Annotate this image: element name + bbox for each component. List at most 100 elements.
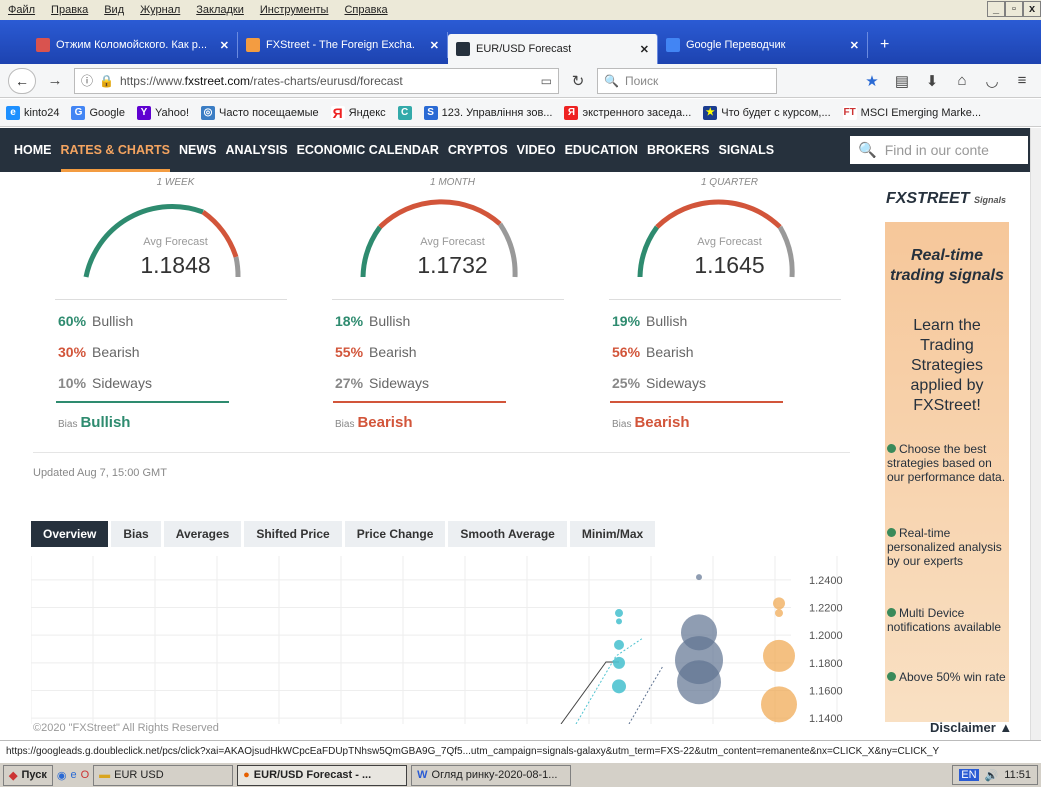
bookmark-item[interactable]: S 123. Управління зов... <box>423 105 552 120</box>
gauge-arc-bearish <box>378 199 502 229</box>
bookmark-item[interactable]: ★ Что будет с курсом,... <box>703 105 831 120</box>
pocket-icon[interactable]: ◡ <box>981 72 1003 90</box>
menu-edit[interactable]: Правка <box>43 4 96 16</box>
tab-shifted-price[interactable]: Shifted Price <box>244 521 342 547</box>
taskbar-item-folder[interactable]: ▬ EUR USD <box>93 764 234 786</box>
bookmark-label: экстренного заседа... <box>582 106 692 119</box>
nav-news[interactable]: NEWS <box>179 128 217 172</box>
ad-bullet: Above 50% win rate <box>887 670 1007 684</box>
tab-averages[interactable]: Averages <box>163 521 242 547</box>
bearish-percent: 56% <box>612 344 641 360</box>
hamburger-menu-icon[interactable]: ≡ <box>1011 72 1033 89</box>
bookmark-item[interactable]: ◎ Часто посещаемые <box>201 105 319 120</box>
bookmark-label: Что будет с курсом,... <box>721 106 831 119</box>
search-input[interactable]: 🔍 Поиск <box>597 67 777 94</box>
tab-title: FXStreet - The Foreign Excha... <box>266 39 416 51</box>
close-window-button[interactable]: x <box>1023 1 1041 17</box>
nav-video[interactable]: VIDEO <box>517 128 556 172</box>
tab-overview[interactable]: Overview <box>31 521 109 547</box>
home-icon[interactable]: ⌂ <box>951 72 973 89</box>
nav-brokers[interactable]: BROKERS <box>647 128 710 172</box>
library-icon[interactable]: ▤ <box>891 72 913 90</box>
y-tick-label: 1.1800 <box>809 658 843 670</box>
menu-view[interactable]: Вид <box>96 4 132 16</box>
quicklaunch-browser-icon[interactable]: ◉ <box>57 769 67 782</box>
browser-tab-active[interactable]: EUR/USD Forecast ✕ <box>448 34 658 64</box>
site-search-input[interactable]: 🔍 Find in our conte <box>850 136 1028 164</box>
browser-tab[interactable]: Google Переводчик ✕ <box>658 32 868 58</box>
disclaimer-button[interactable]: Disclaimer ▲ <box>930 720 1012 735</box>
bullish-label: Bullish <box>92 313 134 329</box>
data-point <box>763 639 795 672</box>
forward-arrow-icon[interactable]: → <box>44 72 66 89</box>
bookmark-label: kinto24 <box>24 106 60 119</box>
tab-close-icon[interactable]: ✕ <box>640 43 649 56</box>
download-icon[interactable]: ⬇ <box>921 72 943 90</box>
updated-timestamp: Updated Aug 7, 15:00 GMT <box>33 467 167 479</box>
bookmark-star-icon[interactable]: ★ <box>861 72 883 90</box>
menu-help[interactable]: Справка <box>336 4 395 16</box>
nav-analysis[interactable]: ANALYSIS <box>226 128 288 172</box>
bookmark-item[interactable]: FT MSCI Emerging Marke... <box>842 105 981 120</box>
browser-tab[interactable]: FXStreet - The Foreign Excha... ✕ <box>238 32 448 58</box>
bookmark-item[interactable]: Яэкстренного заседа... <box>564 105 692 120</box>
forecast-line <box>575 637 644 724</box>
section-divider <box>33 452 850 453</box>
bearish-label: Bearish <box>646 344 694 360</box>
tab-bias[interactable]: Bias <box>111 521 161 547</box>
menu-tools[interactable]: Инструменты <box>252 4 337 16</box>
volume-icon[interactable]: 🔊 <box>985 769 999 782</box>
folder-icon: ▬ <box>99 769 111 781</box>
nav-signals[interactable]: SIGNALS <box>718 128 774 172</box>
url-bar[interactable]: ⓘ 🔒 https://www.fxstreet.com/rates-chart… <box>74 67 559 94</box>
tab-favicon-icon <box>456 42 470 56</box>
sideways-percent: 25% <box>612 375 641 391</box>
page-scrollbar[interactable] <box>1030 128 1041 742</box>
taskbar-item-firefox[interactable]: ● EUR/USD Forecast - ... <box>237 764 408 786</box>
nav-rates-charts[interactable]: RATES & CHARTS <box>60 128 170 172</box>
language-indicator[interactable]: EN <box>959 769 979 781</box>
card-divider <box>55 299 287 300</box>
minimize-button[interactable]: _ <box>987 1 1005 17</box>
bookmark-item[interactable]: e kinto24 <box>6 105 60 120</box>
nav-economic-calendar[interactable]: ECONOMIC CALENDAR <box>297 128 439 172</box>
signals-ad-banner[interactable]: Real-time trading signals Learn the Trad… <box>885 222 1009 722</box>
bookmark-item[interactable]: Я Яндекс <box>330 105 386 120</box>
reader-view-icon[interactable]: ▭ <box>541 74 552 88</box>
tab-favicon-icon <box>246 38 260 52</box>
gauge-arc-bearish <box>201 209 239 258</box>
tab-close-icon[interactable]: ✕ <box>430 39 439 52</box>
bookmark-item[interactable]: Y Yahoo! <box>136 105 189 120</box>
menu-file[interactable]: Файл <box>0 4 43 16</box>
sideways-row: 25% Sideways <box>612 375 706 391</box>
menu-history[interactable]: Журнал <box>132 4 188 16</box>
menu-bookmarks[interactable]: Закладки <box>188 4 252 16</box>
bias-line <box>610 401 783 403</box>
nav-cryptos[interactable]: CRYPTOS <box>448 128 508 172</box>
new-tab-icon[interactable]: + <box>880 36 889 54</box>
card-divider <box>609 299 841 300</box>
maximize-button[interactable]: ▫ <box>1005 1 1023 17</box>
bookmark-item[interactable]: C <box>397 105 412 120</box>
tab-smooth-average[interactable]: Smooth Average <box>448 521 567 547</box>
windows-taskbar: ◆ Пуск ◉ e O ▬ EUR USD ● EUR/USD Forecast -… <box>0 762 1041 787</box>
nav-home[interactable]: HOME <box>14 128 52 172</box>
quicklaunch-opera-icon[interactable]: O <box>81 769 90 781</box>
ad-bullet: Choose the best strategies based on our … <box>887 442 1006 484</box>
status-bar-url: https://googleads.g.doubleclick.net/pcs/… <box>0 740 1041 762</box>
nav-education[interactable]: EDUCATION <box>565 128 638 172</box>
reload-icon[interactable]: ↻ <box>567 72 589 90</box>
info-icon[interactable]: ⓘ <box>81 72 93 89</box>
back-arrow-icon[interactable]: ← <box>8 67 36 94</box>
tab-price-change[interactable]: Price Change <box>344 521 446 547</box>
search-icon: 🔍 <box>858 142 877 159</box>
taskbar-item-word[interactable]: W Огляд ринку-2020-08-1... <box>411 764 572 786</box>
browser-tab[interactable]: Отжим Коломойского. Как р... ✕ <box>28 32 238 58</box>
start-button[interactable]: ◆ Пуск <box>3 764 53 786</box>
sideways-row: 27% Sideways <box>335 375 429 391</box>
tab-close-icon[interactable]: ✕ <box>220 39 229 52</box>
quicklaunch-ie-icon[interactable]: e <box>70 769 76 781</box>
tab-close-icon[interactable]: ✕ <box>850 39 859 52</box>
tab-minim-max[interactable]: Minim/Max <box>569 521 656 547</box>
bookmark-item[interactable]: G Google <box>71 105 125 120</box>
